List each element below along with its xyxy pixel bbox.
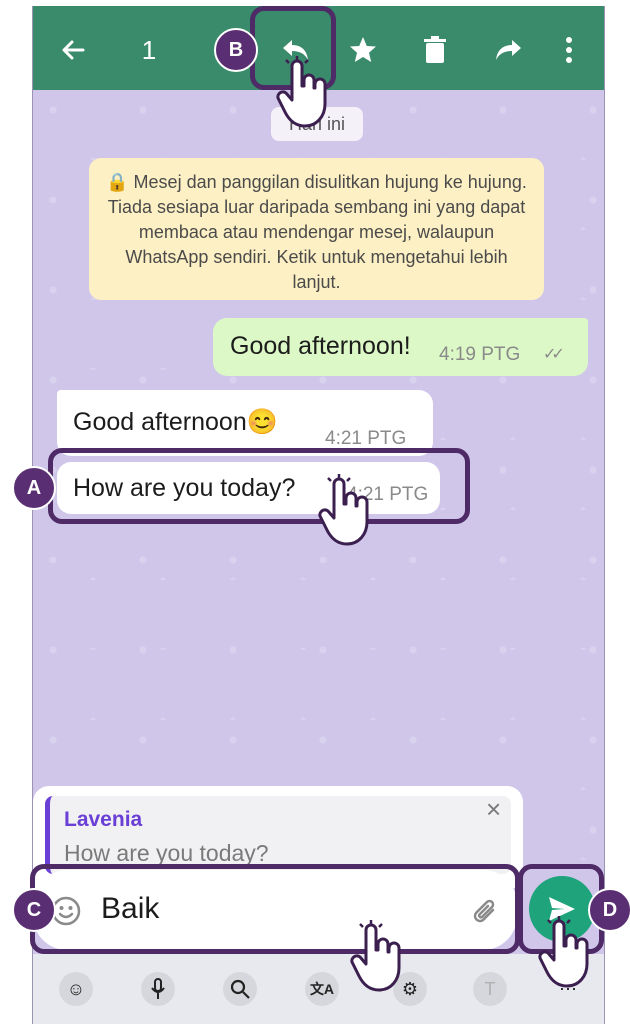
handwriting-icon[interactable]: T (473, 972, 507, 1006)
selected-count: 1 (141, 34, 157, 65)
highlight-selected-message (48, 448, 470, 524)
more-vertical-icon[interactable] (555, 32, 583, 68)
trash-icon[interactable] (417, 32, 453, 68)
read-ticks-icon: ✓✓ (543, 346, 565, 363)
tap-hand-icon (538, 916, 589, 988)
quoted-text: How are you today? (64, 840, 269, 866)
keyboard-toolbar: ☺ 文A ⚙ T ⋯ (33, 954, 604, 1024)
message-time: 4:19 PTG (439, 344, 521, 365)
back-arrow-icon[interactable] (55, 32, 91, 68)
tap-hand-icon (318, 474, 369, 546)
quoted-author: Lavenia (64, 808, 143, 831)
message-time: 4:21 PTG (325, 428, 407, 449)
message-text: Good afternoon! (230, 332, 411, 360)
incoming-message[interactable]: Good afternoon😊 4:21 PTG (57, 390, 433, 456)
translate-icon[interactable]: 文A (305, 972, 339, 1006)
tap-hand-icon (350, 920, 401, 992)
star-icon[interactable] (345, 32, 381, 68)
tap-hand-icon (276, 56, 327, 128)
quoted-message[interactable]: Lavenia How are you today? × (45, 794, 511, 874)
badge-c: C (12, 888, 56, 932)
outgoing-message[interactable]: Good afternoon! 4:19 PTG ✓✓ (213, 318, 588, 376)
emoji-icon[interactable]: ☺ (59, 972, 93, 1006)
badge-a: A (12, 466, 56, 510)
mic-icon[interactable] (141, 972, 175, 1006)
badge-b: B (214, 28, 258, 72)
close-reply-icon[interactable]: × (486, 794, 501, 825)
badge-d: D (588, 888, 630, 932)
encryption-notice[interactable]: 🔒 Mesej dan panggilan disulitkan hujung … (89, 158, 544, 300)
search-icon[interactable] (223, 972, 257, 1006)
message-text: Good afternoon😊 (73, 408, 278, 436)
highlight-message-input (30, 864, 520, 954)
forward-icon[interactable] (489, 32, 529, 68)
